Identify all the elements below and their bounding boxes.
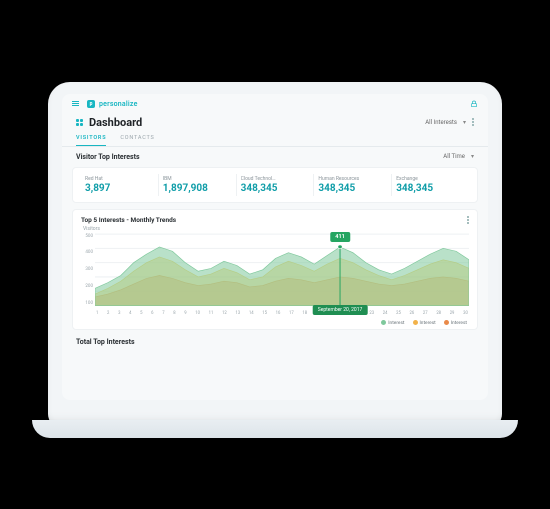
more-icon[interactable] — [467, 216, 469, 224]
more-icon[interactable] — [472, 118, 474, 126]
chart-card: Top 5 Interests - Monthly Trends Visitor… — [72, 209, 478, 331]
brand: p personalize — [72, 100, 138, 108]
stat-label: Cloud Technol… — [241, 176, 310, 182]
x-axis: 1234567891011121314151617181920212223242… — [95, 311, 469, 316]
tab-visitors[interactable]: VISITORS — [76, 135, 106, 146]
stat-value: 348,345 — [318, 183, 387, 194]
stat-label: Human Resources — [318, 176, 387, 182]
menu-icon[interactable] — [72, 101, 79, 106]
stat-item: IBM 1,897,908 — [159, 174, 237, 196]
chart-tooltip-value: 411 — [330, 232, 349, 242]
chevron-down-icon: ▾ — [463, 119, 466, 126]
section-title: Visitor Top Interests — [76, 153, 140, 161]
stat-label: Exchange — [396, 176, 465, 182]
stat-value: 348,345 — [396, 183, 465, 194]
legend-item: Interest — [444, 320, 467, 326]
chart-title: Top 5 Interests - Monthly Trends — [81, 216, 176, 224]
legend-item: Interest — [381, 320, 404, 326]
stat-item: Human Resources 348,345 — [314, 174, 392, 196]
time-filter[interactable]: All Time — [443, 153, 465, 160]
chart-legend: Interest Interest Interest — [81, 316, 469, 326]
stat-item: Red Hat 3,897 — [81, 174, 159, 196]
laptop-frame: p personalize Dashboard All Interests ▾ … — [48, 82, 502, 428]
tabs: VISITORS CONTACTS — [62, 131, 488, 147]
chart-tooltip-date: September 20, 2017 — [313, 305, 368, 315]
chevron-down-icon: ▾ — [471, 153, 474, 160]
stat-value: 3,897 — [85, 183, 154, 194]
tab-contacts[interactable]: CONTACTS — [120, 135, 154, 146]
logo-mark-icon: p — [87, 100, 95, 108]
stat-value: 1,897,908 — [163, 183, 232, 194]
stats-card: Red Hat 3,897 IBM 1,897,908 Cloud Techno… — [72, 167, 478, 203]
stat-item: Cloud Technol… 348,345 — [237, 174, 315, 196]
legend-item: Interest — [413, 320, 436, 326]
page-header: Dashboard All Interests ▾ — [62, 112, 488, 131]
interests-filter[interactable]: All Interests — [425, 119, 457, 126]
chart-area: 500400300200100 123456789101112131415161… — [81, 232, 469, 316]
chart-plot[interactable]: 1234567891011121314151617181920212223242… — [95, 232, 469, 316]
section-total-interests-title: Total Top Interests — [72, 336, 478, 346]
logo-text: personalize — [99, 100, 138, 108]
stat-label: Red Hat — [85, 176, 154, 182]
stat-value: 348,345 — [241, 183, 310, 194]
lock-icon[interactable] — [470, 100, 478, 108]
stat-item: Exchange 348,345 — [392, 174, 469, 196]
section-visitor-interests-header: Visitor Top Interests All Time ▾ — [72, 153, 478, 161]
stat-label: IBM — [163, 176, 232, 182]
page-title: Dashboard — [89, 116, 142, 129]
app-screen: p personalize Dashboard All Interests ▾ … — [62, 94, 488, 400]
top-bar: p personalize — [62, 94, 488, 112]
y-axis: 500400300200100 — [81, 232, 95, 316]
apps-icon[interactable] — [76, 119, 83, 126]
